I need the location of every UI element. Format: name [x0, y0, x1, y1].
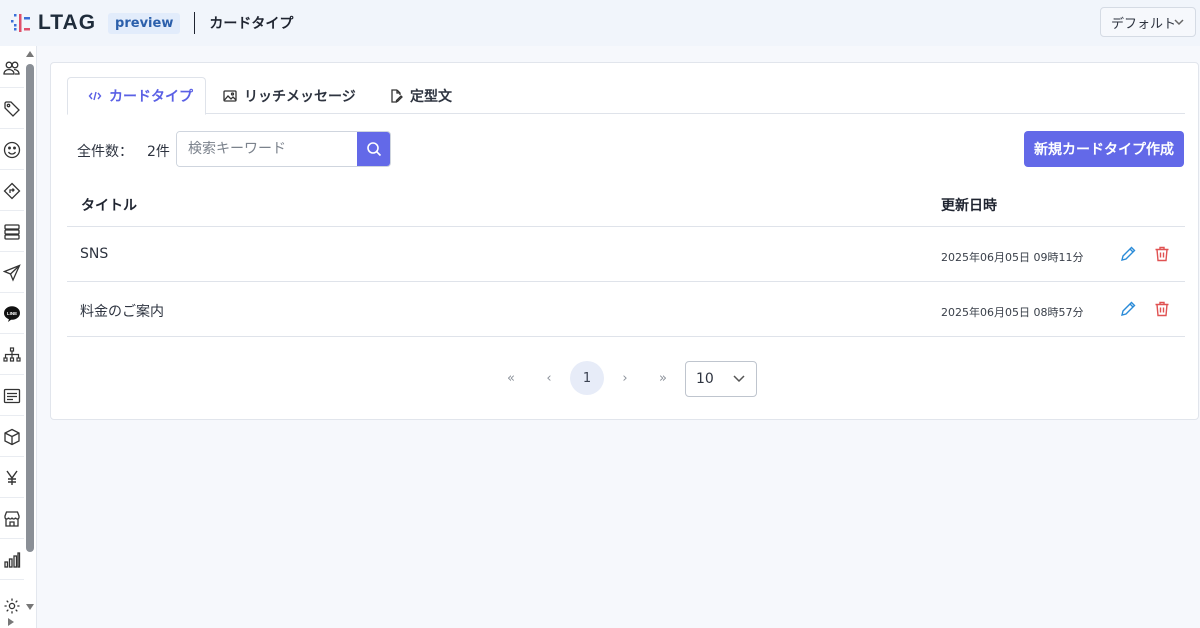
first-page-button[interactable]: «	[494, 361, 528, 395]
sidebar-item-billing[interactable]	[0, 458, 24, 498]
tab-bar: カードタイプ リッチメッセージ 定型文	[67, 77, 1185, 115]
sidebar-item-list[interactable]	[0, 376, 24, 416]
logo-text: LTAG	[38, 11, 97, 34]
column-header-title[interactable]: タイトル	[81, 195, 137, 215]
page-size-select[interactable]: 10	[685, 361, 757, 397]
sidebar-item-org[interactable]	[0, 335, 24, 375]
workspace-select[interactable]: デフォルト	[1100, 7, 1196, 37]
workspace-select-value: デフォルト	[1111, 16, 1177, 32]
row-updated-date: 2025年06月05日 08時57分	[941, 306, 1084, 319]
next-page-button[interactable]: ›	[608, 361, 642, 395]
card-type-table: タイトル 更新日時 SNS 2025年06月05日 09時11分 料金のご案内 …	[67, 181, 1185, 337]
create-card-type-button[interactable]: 新規カードタイプ作成	[1024, 131, 1184, 167]
last-page-button[interactable]: »	[646, 361, 680, 395]
yen-icon	[6, 470, 18, 485]
page-title: カードタイプ	[209, 16, 294, 32]
list-icon	[3, 388, 21, 403]
search-icon	[366, 142, 381, 157]
table-row[interactable]: SNS 2025年06月05日 09時11分	[67, 227, 1185, 282]
column-header-updated[interactable]: 更新日時	[941, 195, 997, 215]
row-title: 料金のご案内	[80, 304, 164, 320]
tab-rich-message[interactable]: リッチメッセージ	[223, 77, 356, 114]
sidebar-item-users[interactable]	[0, 48, 24, 88]
document-edit-icon	[391, 88, 403, 103]
image-icon	[223, 89, 237, 102]
total-count-label: 全件数：	[77, 144, 133, 160]
app-header: LTAG preview カードタイプ デフォルト	[0, 0, 1200, 46]
code-icon	[88, 91, 102, 101]
sidebar-scrollbar[interactable]	[25, 46, 36, 628]
server-icon	[4, 223, 20, 240]
search-box	[176, 131, 391, 167]
scroll-thumb[interactable]	[26, 64, 34, 552]
header-divider	[194, 12, 196, 34]
sidebar-item-emoji[interactable]	[0, 130, 24, 170]
users-icon	[3, 61, 20, 75]
search-button[interactable]	[357, 132, 390, 166]
svg-text:LINE: LINE	[7, 310, 17, 315]
total-count-value: 2件	[147, 144, 170, 160]
bar-chart-icon	[4, 551, 21, 568]
chevron-down-icon	[1174, 19, 1184, 26]
card-type-panel: カードタイプ リッチメッセージ 定型文 全件数： 2件 新規カードタイプ作成 タ…	[50, 62, 1199, 420]
logo-icon	[11, 14, 30, 32]
tab-label: リッチメッセージ	[244, 88, 356, 105]
search-input[interactable]	[177, 132, 357, 166]
sidebar-item-box[interactable]	[0, 417, 24, 457]
page-size-value: 10	[696, 371, 714, 387]
sidebar-expand-icon[interactable]	[8, 618, 14, 626]
table-row[interactable]: 料金のご案内 2025年06月05日 08時57分	[67, 282, 1185, 337]
sidebar-item-analytics[interactable]	[0, 540, 24, 580]
delete-trash-icon[interactable]	[1153, 245, 1171, 263]
edit-pencil-icon[interactable]	[1119, 300, 1137, 318]
sidebar-item-send[interactable]	[0, 253, 24, 293]
edit-pencil-icon[interactable]	[1119, 245, 1137, 263]
sidebar-item-line[interactable]: LINE	[0, 294, 24, 334]
table-header: タイトル 更新日時	[67, 181, 1185, 227]
box-icon	[4, 428, 20, 445]
smile-icon	[3, 141, 21, 158]
tag-icon	[4, 100, 20, 117]
route-icon	[3, 182, 21, 199]
tab-label: 定型文	[410, 88, 452, 105]
preview-badge: preview	[108, 12, 181, 34]
gear-icon	[4, 598, 20, 614]
org-chart-icon	[3, 346, 21, 362]
scroll-down-arrow-icon[interactable]	[26, 604, 34, 610]
send-icon	[3, 263, 21, 282]
tab-label: カードタイプ	[109, 89, 193, 105]
sidebar-item-tags[interactable]	[0, 89, 24, 129]
prev-page-button[interactable]: ‹	[532, 361, 566, 395]
scroll-up-arrow-icon[interactable]	[26, 51, 34, 57]
row-updated-date: 2025年06月05日 09時11分	[941, 251, 1084, 264]
sidebar-item-store[interactable]	[0, 499, 24, 539]
store-icon	[4, 510, 20, 527]
sidebar-item-routes[interactable]	[0, 171, 24, 211]
page-1-button[interactable]: 1	[570, 361, 604, 395]
line-icon: LINE	[4, 305, 20, 322]
sidebar-item-servers[interactable]	[0, 212, 24, 252]
chevron-down-icon	[733, 375, 745, 383]
tab-template-text[interactable]: 定型文	[389, 77, 452, 114]
delete-trash-icon[interactable]	[1153, 300, 1171, 318]
sidebar: LINE	[0, 46, 37, 628]
row-title: SNS	[80, 246, 109, 262]
app-logo[interactable]: LTAG	[10, 11, 96, 35]
tab-card-type[interactable]: カードタイプ	[67, 77, 206, 115]
